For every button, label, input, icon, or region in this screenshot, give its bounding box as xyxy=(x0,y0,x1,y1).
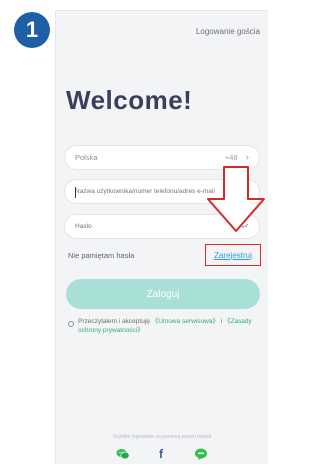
down-arrow-annotation xyxy=(207,166,265,232)
login-button[interactable]: Zaloguj xyxy=(66,279,260,309)
terms-conjunction: i xyxy=(220,318,223,325)
text-cursor xyxy=(75,187,76,198)
terms-agreement: Przeczytałem i akceptuję 《Umowa serwisow… xyxy=(68,317,260,335)
terms-radio[interactable] xyxy=(68,321,74,327)
register-highlight-box: Zarejestruj xyxy=(205,244,261,266)
social-login-caption: Szybkie logowanie za pomocą innych metod xyxy=(112,434,212,440)
guest-login-link[interactable]: Logowanie gościa xyxy=(196,27,260,36)
facebook-icon[interactable]: f xyxy=(154,447,168,461)
login-screen: Logowanie gościa Welcome! Polska +48 › N… xyxy=(55,10,268,464)
chevron-right-icon: › xyxy=(245,152,249,163)
terms-prefix: Przeczytałem i akceptuję xyxy=(78,318,150,325)
wechat-icon[interactable] xyxy=(116,447,130,461)
step-badge: 1 xyxy=(14,12,50,48)
forgot-password-link[interactable]: Nie pamiętam hasła xyxy=(68,251,134,260)
terms-of-service-link[interactable]: 《Umowa serwisowa》 xyxy=(152,318,219,325)
page-title: Welcome! xyxy=(66,85,193,115)
dial-code: +48 xyxy=(224,153,238,162)
register-link[interactable]: Zarejestruj xyxy=(214,251,252,260)
country-label: Polska xyxy=(75,153,98,162)
line-icon[interactable] xyxy=(194,447,208,461)
